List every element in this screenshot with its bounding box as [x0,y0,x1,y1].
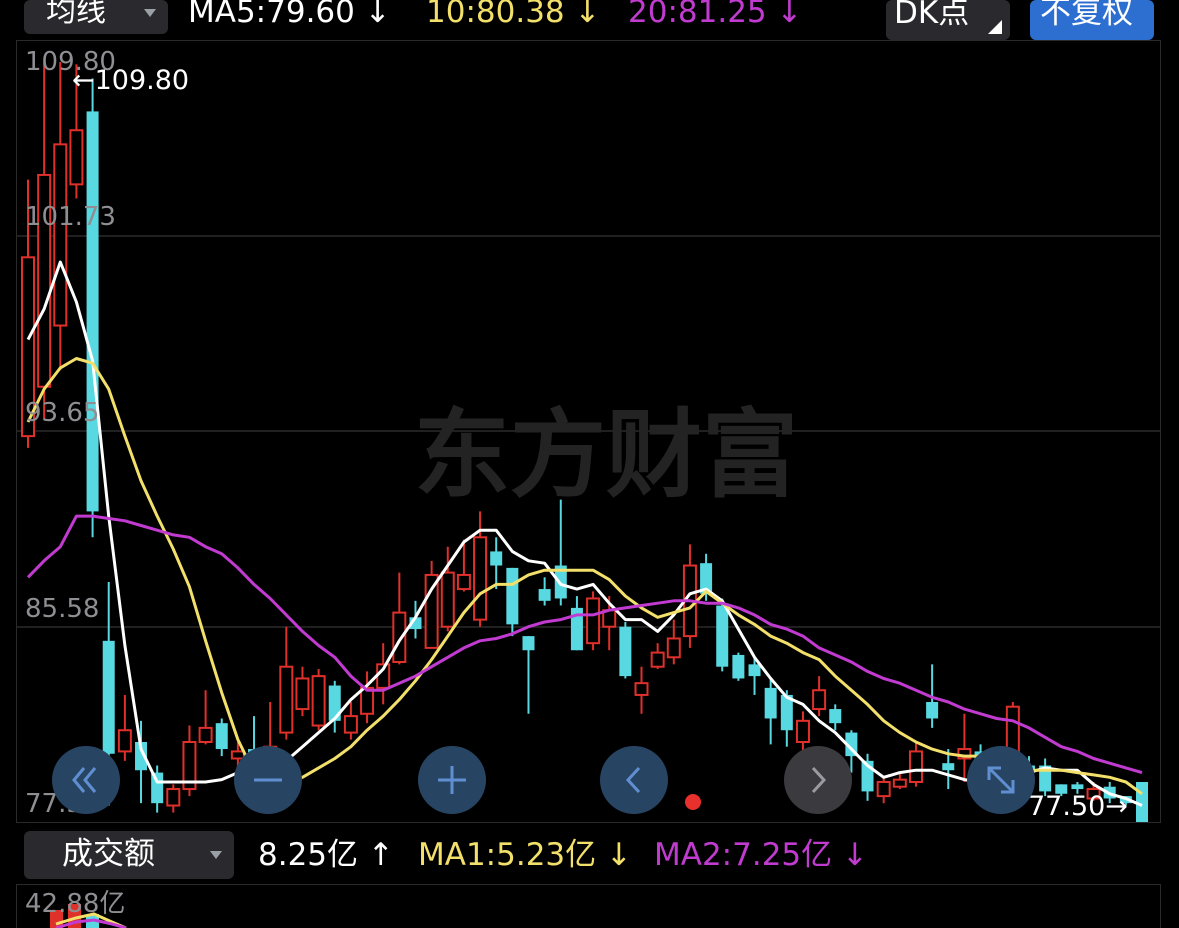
volume-ma2-value: MA2:7.25亿 [654,837,833,873]
ma20-readout: 20:81.25 ↓ [628,0,802,28]
candle-down [829,709,842,724]
candle-up [295,677,310,711]
candle-up [343,715,358,734]
high-marker-value: 109.80 [94,65,190,96]
candle-up [473,536,488,621]
candle-up [908,750,923,783]
zoom-in-button[interactable] [418,746,486,814]
candle-up [69,129,84,186]
volume-ma1-value: MA1:5.23亿 [418,837,597,873]
down-arrow-icon: ↓ [842,837,868,873]
candle-up [456,573,471,591]
dropdown-caret-icon [144,9,156,17]
ma10-arrow-icon: ↓ [574,0,601,30]
volume-chart[interactable] [16,884,1161,928]
left-arrow-icon: ← [72,65,95,96]
y-label-3: 93.65 [25,398,100,428]
volume-dropdown[interactable]: 成交额 [24,831,234,879]
candle-down [506,567,519,625]
ma20-value: 20:81.25 [628,0,767,30]
candle-down [732,654,745,679]
plus-icon [438,766,466,794]
low-marker-value: 77.50 [1028,791,1106,822]
high-marker: ←109.80 [72,67,189,94]
kline-chart[interactable]: 东方财富 [16,40,1161,823]
candle-up [166,788,181,807]
candle-down [490,551,503,566]
down-arrow-icon: ↓ [606,837,632,873]
candle-down [151,772,164,804]
candle-up [634,682,649,696]
candle-down [942,763,955,771]
no-adjust-button[interactable]: 不复权 [1030,0,1154,40]
corner-triangle-icon [988,20,1002,34]
candle-up [360,686,375,715]
previous-button[interactable] [600,746,668,814]
y-label-4: 85.58 [25,594,100,624]
expand-arrows-icon [987,766,1015,794]
candle-up [650,651,665,668]
period-dropdown-label: 均线 [46,0,106,29]
candle-down [86,111,99,512]
fullscreen-button[interactable] [967,746,1035,814]
volume-dropdown-label: 成交额 [62,836,155,872]
volume-readout: 8.25亿 ↑ [258,840,394,871]
candle-down [538,589,551,601]
candle-up [53,143,68,327]
candle-down [102,640,115,754]
candle-up [424,573,439,649]
candle-up [812,689,827,711]
ma5-value: MA5:79.60 [188,0,355,30]
ma20-line [26,514,1143,775]
right-arrow-icon: → [1105,791,1128,822]
ma5-arrow-icon: ↓ [364,0,391,30]
watermark: 东方财富 [414,399,798,511]
minus-icon [254,778,282,782]
ma10-readout: 10:80.38 ↓ [426,0,600,28]
candle-down [215,723,228,750]
candle-up [876,781,891,798]
volume-y-label-top: 42.88亿 [25,889,126,919]
ma5-readout: MA5:79.60 ↓ [188,0,391,28]
candle-down [522,636,535,651]
low-marker: 77.50→ [1028,793,1128,820]
scroll-to-start-button[interactable] [52,746,120,814]
candle-down [926,702,939,719]
period-dropdown[interactable]: 均线 [24,0,168,34]
next-button[interactable] [784,746,852,814]
candle-up [311,675,326,727]
candle-up [892,778,907,788]
candle-up [198,726,213,743]
volume-ma1-readout: MA1:5.23亿 ↓ [418,840,632,871]
volume-ma2-readout: MA2:7.25亿 ↓ [654,840,868,871]
current-position-dot [685,794,701,810]
candle-down [716,605,729,667]
candle-up [586,597,601,645]
double-chevron-left-icon [72,767,97,793]
candle-down [764,687,777,719]
candle-down [1071,784,1084,790]
candle-down [1136,782,1148,822]
dropdown-caret-icon [210,851,222,859]
candle-up [666,637,681,659]
candle-down [619,626,632,677]
y-label-2: 101.73 [25,202,116,232]
candle-up [440,571,455,628]
ma20-arrow-icon: ↓ [776,0,803,30]
chevron-right-icon [811,766,827,794]
ma10-value: 10:80.38 [426,0,565,30]
ma5-line [26,260,1143,807]
candle-up [279,665,294,734]
chevron-left-icon [625,766,641,794]
zoom-out-button[interactable] [234,746,302,814]
no-adjust-label: 不复权 [1040,0,1133,31]
candle-down [748,664,761,677]
candle-up [795,719,810,744]
volume-value: 8.25亿 [258,837,359,873]
dk-point-button[interactable]: DK点 [886,0,1010,40]
up-arrow-icon: ↑ [367,837,394,873]
candle-up [117,729,132,753]
dk-point-label: DK点 [894,0,970,31]
